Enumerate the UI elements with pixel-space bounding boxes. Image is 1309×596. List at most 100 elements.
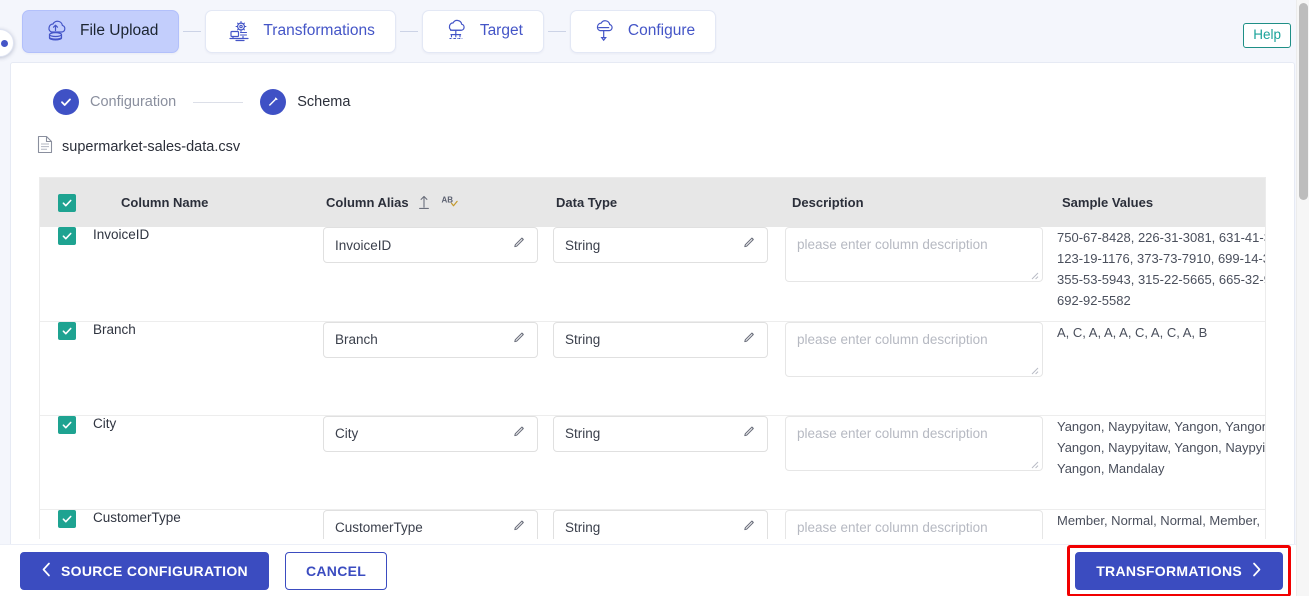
wizard-tabbar: File Upload Transformations xyxy=(0,0,1309,62)
pencil-icon[interactable] xyxy=(512,518,527,538)
data-type-cell: String xyxy=(553,227,785,321)
data-type-value: String xyxy=(554,520,742,535)
row-checkbox[interactable] xyxy=(58,510,76,528)
schema-card: Configuration Schema supermarket-sales-d… xyxy=(10,62,1295,551)
column-name-cell: CustomerType xyxy=(93,509,323,539)
th-select-all xyxy=(40,178,93,227)
select-all-checkbox[interactable] xyxy=(58,194,76,212)
wizard-separator xyxy=(400,31,418,32)
stepper-label: Configuration xyxy=(90,94,176,110)
th-label: Description xyxy=(792,195,864,210)
table-row: City City String xyxy=(40,415,1266,509)
schema-table-head: Column Name Column Alias xyxy=(40,178,1266,227)
wizard-separator xyxy=(183,31,201,32)
pencil-icon[interactable] xyxy=(742,424,757,444)
row-select-cell xyxy=(40,415,93,509)
column-alias-cell: City xyxy=(323,415,553,509)
cloud-configure-database-icon xyxy=(591,19,617,43)
row-checkbox[interactable] xyxy=(58,227,76,245)
description-textarea[interactable]: please enter column description xyxy=(785,227,1043,282)
resize-handle-icon[interactable] xyxy=(1027,456,1039,468)
column-alias-input[interactable]: InvoiceID xyxy=(323,227,538,263)
stepper-item-schema[interactable]: Schema xyxy=(260,89,350,115)
data-type-input[interactable]: String xyxy=(553,227,768,263)
pencil-icon[interactable] xyxy=(512,235,527,255)
column-name-cell: Branch xyxy=(93,321,323,415)
data-type-cell: String xyxy=(553,509,785,539)
row-select-cell xyxy=(40,509,93,539)
wizard-tab-transformations[interactable]: Transformations xyxy=(205,10,395,53)
source-configuration-button[interactable]: SOURCE CONFIGURATION xyxy=(20,552,269,590)
button-label: SOURCE CONFIGURATION xyxy=(61,563,248,579)
wizard-tab-label: Configure xyxy=(628,22,695,40)
th-data-type: Data Type xyxy=(553,178,785,227)
button-label: TRANSFORMATIONS xyxy=(1096,563,1242,579)
pencil-icon[interactable] xyxy=(512,330,527,350)
sort-alphabetical-icon[interactable]: AB xyxy=(441,194,457,211)
description-textarea[interactable]: please enter column description xyxy=(785,510,1043,540)
th-column-alias: Column Alias AB xyxy=(323,178,553,227)
data-type-input[interactable]: String xyxy=(553,416,768,452)
pencil-icon[interactable] xyxy=(742,518,757,538)
resize-handle-icon[interactable] xyxy=(1027,267,1039,279)
pencil-icon[interactable] xyxy=(742,330,757,350)
wizard-tab-configure[interactable]: Configure xyxy=(570,10,716,53)
column-alias-value: City xyxy=(324,426,512,441)
resize-handle-icon[interactable] xyxy=(1027,362,1039,374)
sample-values-cell: Yangon, Naypyitaw, Yangon, Yangon, Yango… xyxy=(1057,415,1266,509)
column-alias-value: CustomerType xyxy=(324,520,512,535)
column-alias-input[interactable]: Branch xyxy=(323,322,538,358)
transformations-button[interactable]: TRANSFORMATIONS xyxy=(1075,552,1283,590)
th-label: Sample Values xyxy=(1062,195,1153,210)
table-row: InvoiceID InvoiceID String xyxy=(40,227,1266,321)
page-scrollbar[interactable] xyxy=(1296,0,1309,596)
button-label: CANCEL xyxy=(306,563,366,579)
check-icon xyxy=(53,89,79,115)
wizard-tab-label: Transformations xyxy=(263,22,374,40)
column-alias-cell: InvoiceID xyxy=(323,227,553,321)
table-header-row: Column Name Column Alias xyxy=(40,178,1266,227)
uploaded-file-name: supermarket-sales-data.csv xyxy=(62,139,240,155)
sort-ascending-icon[interactable] xyxy=(417,194,433,211)
sample-values-cell: A, C, A, A, A, C, A, C, A, B xyxy=(1057,321,1266,415)
wizard-tab-target[interactable]: Target xyxy=(422,10,544,53)
th-label: Column Name xyxy=(121,195,208,210)
help-button[interactable]: Help xyxy=(1243,23,1291,48)
data-type-input[interactable]: String xyxy=(553,322,768,358)
description-cell: please enter column description xyxy=(785,415,1057,509)
cancel-button[interactable]: CANCEL xyxy=(285,552,387,590)
row-checkbox[interactable] xyxy=(58,416,76,434)
stepper-item-configuration[interactable]: Configuration xyxy=(53,89,176,115)
sample-values-cell: 750-67-8428, 226-31-3081, 631-41-3108, 1… xyxy=(1057,227,1266,321)
row-checkbox[interactable] xyxy=(58,322,76,340)
pencil-icon[interactable] xyxy=(512,424,527,444)
column-name-cell: City xyxy=(93,415,323,509)
th-column-name: Column Name xyxy=(93,178,323,227)
cloud-target-database-icon xyxy=(443,19,469,43)
transformations-highlight-box: TRANSFORMATIONS xyxy=(1067,545,1291,596)
footer-actionbar: SOURCE CONFIGURATION CANCEL TRANSFORMATI… xyxy=(0,544,1309,596)
description-textarea[interactable]: please enter column description xyxy=(785,322,1043,377)
chevron-left-icon xyxy=(41,562,52,580)
column-alias-input[interactable]: City xyxy=(323,416,538,452)
cloud-upload-database-icon xyxy=(43,19,69,43)
pencil-icon[interactable] xyxy=(742,235,757,255)
table-row: CustomerType CustomerType String xyxy=(40,509,1266,539)
page-scrollbar-thumb[interactable] xyxy=(1299,3,1308,200)
data-type-value: String xyxy=(554,332,742,347)
data-type-input[interactable]: String xyxy=(553,510,768,540)
description-placeholder: please enter column description xyxy=(786,511,1042,535)
row-select-cell xyxy=(40,227,93,321)
column-alias-value: InvoiceID xyxy=(324,238,512,253)
th-label: Data Type xyxy=(556,195,617,210)
stepper-connector xyxy=(193,102,243,103)
column-alias-input[interactable]: CustomerType xyxy=(323,510,538,540)
description-textarea[interactable]: please enter column description xyxy=(785,416,1043,471)
description-cell: please enter column description xyxy=(785,321,1057,415)
wizard-tab-file-upload[interactable]: File Upload xyxy=(22,10,179,53)
column-name-cell: InvoiceID xyxy=(93,227,323,321)
uploaded-file-row: supermarket-sales-data.csv xyxy=(11,115,1294,159)
description-placeholder: please enter column description xyxy=(786,228,1042,252)
wizard-tab-label: File Upload xyxy=(80,22,158,40)
description-placeholder: please enter column description xyxy=(786,323,1042,347)
